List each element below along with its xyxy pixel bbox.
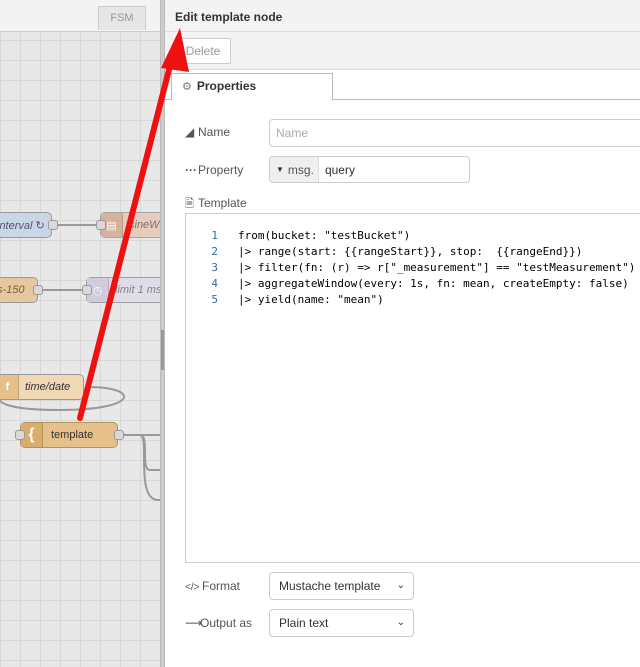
- edit-tray: Edit template node Delete ⚙ Properties ◢ N…: [164, 0, 640, 667]
- output-port[interactable]: [114, 430, 124, 440]
- name-input[interactable]: [269, 119, 640, 147]
- property-value[interactable]: query: [319, 163, 355, 177]
- tray-header: Edit template node: [165, 0, 640, 32]
- output-select[interactable]: Plain text ⌄: [269, 609, 414, 637]
- template-node[interactable]: { template: [20, 422, 118, 448]
- arrow-right-icon: ⟶: [185, 616, 203, 630]
- tray-tabs: ⚙ Properties: [165, 70, 640, 101]
- input-port[interactable]: [15, 430, 25, 440]
- file-code-icon: 🗎: [185, 198, 194, 210]
- timedate-function-node[interactable]: f time/date: [0, 374, 84, 400]
- output-label: ⟶Output as: [185, 616, 253, 630]
- output-port[interactable]: [48, 220, 58, 230]
- format-select[interactable]: Mustache template ⌄: [269, 572, 414, 600]
- tray-title: Edit template node: [175, 10, 283, 24]
- output-port[interactable]: [33, 285, 43, 295]
- caret-down-icon: ▼: [276, 165, 284, 174]
- input-port[interactable]: [96, 220, 106, 230]
- tray-toolbar: Delete: [165, 32, 640, 70]
- name-label: ◢ Name: [185, 125, 231, 139]
- code-line: 1 from(bucket: "testBucket"): [211, 229, 411, 242]
- code-line: 5 |> yield(name: "mean"): [211, 293, 384, 306]
- ellipsis-icon: ···: [185, 163, 197, 177]
- function-icon: f: [0, 375, 19, 399]
- delay-node[interactable]: ◷ limit 1 ms: [86, 277, 163, 303]
- template-code-editor[interactable]: 1 from(bucket: "testBucket") 2 |> range(st…: [185, 213, 640, 563]
- input-port[interactable]: [82, 285, 92, 295]
- property-typed-input[interactable]: ▼ msg. query: [269, 156, 470, 183]
- sine-node[interactable]: ▤ sineW: [100, 212, 163, 238]
- code-line: 2 |> range(start: {{rangeStart}}, stop: {…: [211, 245, 583, 258]
- code-line: 3 |> filter(fn: (r) => r["_measurement"] …: [211, 261, 636, 274]
- format-label: </> Format: [185, 579, 241, 593]
- code-line: 4 |> aggregateWindow(every: 1s, fn: mean,…: [211, 277, 629, 290]
- property-label: ···Property: [185, 163, 244, 177]
- code-icon: </>: [185, 582, 200, 593]
- chevron-down-icon: ⌄: [396, 580, 405, 591]
- flow-workspace[interactable]: FSM interval ↻ ▤ sineW s-150 ◷ limit 1 m…: [0, 0, 163, 667]
- tag-icon: ◢: [185, 125, 195, 139]
- tab-properties[interactable]: ⚙ Properties: [171, 73, 333, 101]
- inject-node[interactable]: interval ↻: [0, 212, 52, 238]
- property-type-select[interactable]: ▼ msg.: [270, 157, 319, 182]
- chevron-down-icon: ⌄: [396, 617, 405, 628]
- template-label: 🗎 Template: [185, 195, 247, 214]
- flow-wires: [0, 224, 163, 501]
- delete-button[interactable]: Delete: [175, 38, 231, 64]
- gear-icon: ⚙: [182, 81, 192, 93]
